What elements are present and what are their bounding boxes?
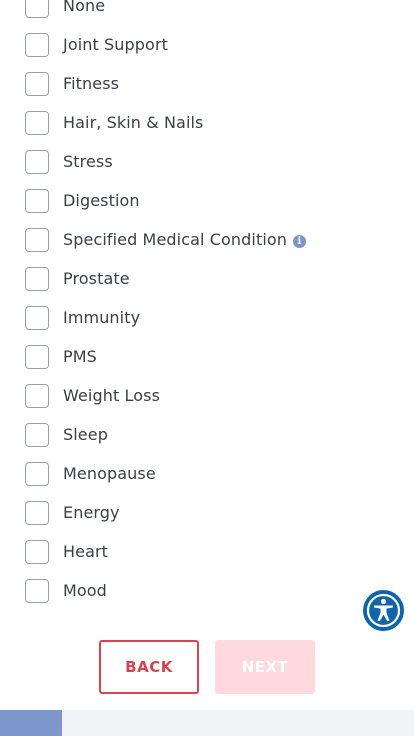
checkbox[interactable] — [25, 110, 49, 135]
progress-bar — [0, 710, 414, 736]
options-list: None Joint Support Fitness Hair, Skin & … — [25, 0, 385, 610]
option-label: Energy — [63, 503, 120, 522]
option-mood[interactable]: Mood — [25, 571, 385, 610]
option-label: Hair, Skin & Nails — [63, 113, 204, 132]
option-label: Joint Support — [63, 35, 169, 54]
checkbox[interactable] — [25, 539, 49, 564]
option-label: Specified Medical Condition i — [63, 230, 306, 249]
option-label: Menopause — [63, 464, 156, 483]
checkbox[interactable] — [25, 227, 49, 252]
accessibility-button[interactable] — [363, 590, 404, 631]
checkbox[interactable] — [25, 461, 49, 486]
accessibility-icon — [366, 593, 401, 628]
option-menopause[interactable]: Menopause — [25, 454, 385, 493]
option-label: Immunity — [63, 308, 141, 327]
option-label: None — [63, 0, 106, 15]
option-energy[interactable]: Energy — [25, 493, 385, 532]
option-heart[interactable]: Heart — [25, 532, 385, 571]
checkbox[interactable] — [25, 149, 49, 174]
checkbox[interactable] — [25, 305, 49, 330]
option-label: Mood — [63, 581, 107, 600]
option-joint-support[interactable]: Joint Support — [25, 25, 385, 64]
option-none[interactable]: None — [25, 0, 385, 25]
info-icon[interactable]: i — [293, 235, 306, 248]
checkbox[interactable] — [25, 188, 49, 213]
option-stress[interactable]: Stress — [25, 142, 385, 181]
checkbox[interactable] — [25, 383, 49, 408]
option-label: Prostate — [63, 269, 130, 288]
checkbox[interactable] — [25, 266, 49, 291]
option-label: PMS — [63, 347, 97, 366]
checkbox[interactable] — [25, 32, 49, 57]
checkbox[interactable] — [25, 500, 49, 525]
checkbox[interactable] — [25, 422, 49, 447]
option-label: Digestion — [63, 191, 140, 210]
progress-fill — [0, 710, 63, 736]
option-label: Sleep — [63, 425, 108, 444]
option-label-text: Specified Medical Condition — [63, 230, 287, 249]
option-specified-medical-condition[interactable]: Specified Medical Condition i — [25, 220, 385, 259]
checkbox[interactable] — [25, 0, 49, 18]
next-button[interactable]: NEXT — [215, 640, 315, 694]
option-hair-skin-nails[interactable]: Hair, Skin & Nails — [25, 103, 385, 142]
option-pms[interactable]: PMS — [25, 337, 385, 376]
option-label: Weight Loss — [63, 386, 161, 405]
option-label: Fitness — [63, 74, 120, 93]
option-label: Heart — [63, 542, 109, 561]
option-weight-loss[interactable]: Weight Loss — [25, 376, 385, 415]
checkbox[interactable] — [25, 344, 49, 369]
option-label: Stress — [63, 152, 113, 171]
option-prostate[interactable]: Prostate — [25, 259, 385, 298]
checkbox[interactable] — [25, 71, 49, 96]
back-button[interactable]: BACK — [99, 640, 199, 694]
option-sleep[interactable]: Sleep — [25, 415, 385, 454]
option-digestion[interactable]: Digestion — [25, 181, 385, 220]
option-immunity[interactable]: Immunity — [25, 298, 385, 337]
option-fitness[interactable]: Fitness — [25, 64, 385, 103]
checkbox[interactable] — [25, 578, 49, 603]
